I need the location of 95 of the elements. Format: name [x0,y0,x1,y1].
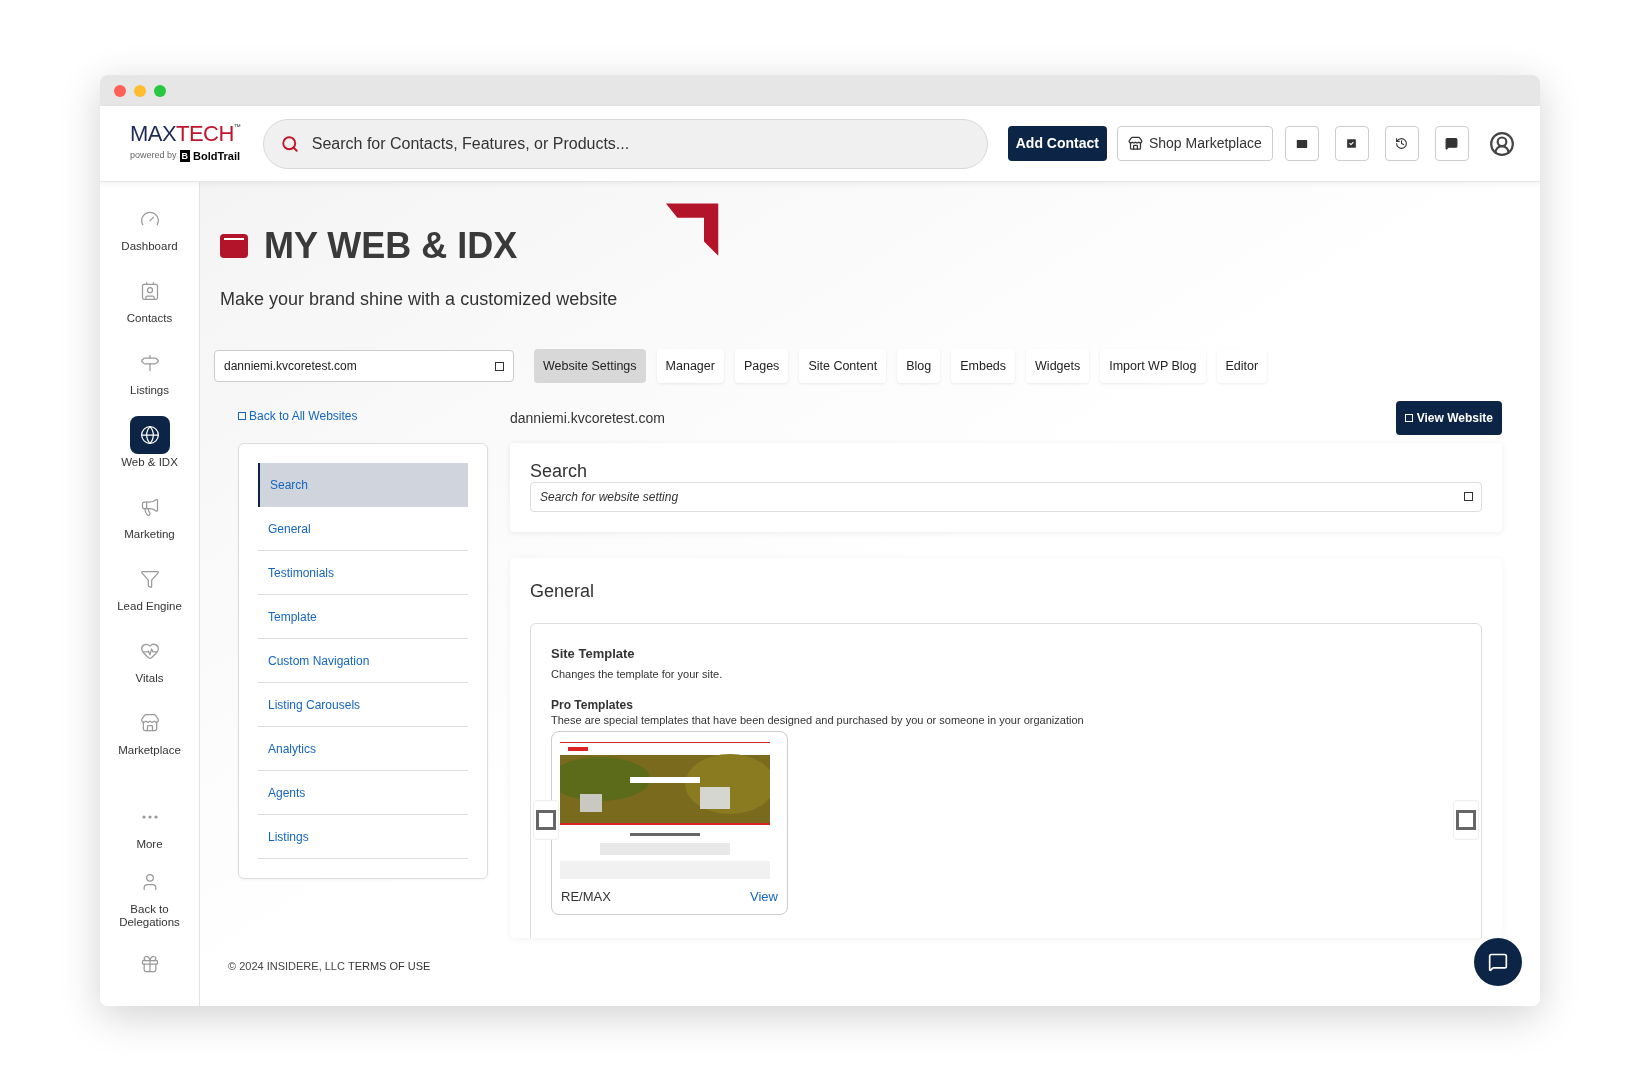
chat-icon [1445,137,1459,150]
contact-card-icon [139,281,160,301]
mail-button[interactable] [1284,126,1319,161]
square-icon [1464,492,1473,501]
sidebar-item[interactable]: Lead Engine [101,560,198,613]
sidebar-label: More [136,838,163,851]
sidebar-item[interactable]: Contacts [101,272,198,325]
terms-link[interactable]: TERMS OF USE [347,957,431,974]
logo-text: TECH [176,122,234,145]
sidebar-label: Lead Engine [117,600,182,613]
section-heading: General [530,580,596,603]
site-select-value: danniemi.kvcoretest.com [224,358,357,375]
copyright-text: © 2024 INSIDERE, LLC [228,958,345,974]
tab[interactable]: Import WP Blog [1100,349,1206,383]
sidebar-label: Vitals [135,672,164,685]
powered-by-text: powered by [130,149,177,163]
setting-search-field[interactable]: Search for website setting [530,482,1482,512]
sidebar-label: Web & IDX [121,456,178,469]
sidebar-label: Back to Delegations [118,903,181,929]
site-domain: danniemi.kvcoretest.com [510,408,665,428]
sidebar-item[interactable]: Listings [101,344,198,397]
store-icon [1127,136,1143,151]
history-icon [1395,137,1409,150]
setting-title: Site Template [551,645,636,663]
tab[interactable]: Editor [1216,349,1268,383]
sidebar-label: Dashboard [121,240,178,253]
shop-marketplace-button[interactable]: Shop Marketplace [1116,126,1273,161]
square-icon [1404,414,1413,422]
tab[interactable]: Embeds [951,349,1016,383]
sidebar-label: Marketing [124,528,175,541]
tab[interactable]: Manager [656,349,724,383]
globe-icon [139,425,160,445]
settings-nav-item[interactable]: Listings [258,815,468,859]
gift-icon[interactable] [139,954,160,974]
sidebar-item[interactable]: More [101,798,198,851]
template-name: RE/MAX [561,887,611,906]
partner-name: BoldTrail [193,148,241,164]
page-title: MY WEB & IDX [264,228,518,264]
chat-button[interactable] [1434,126,1469,161]
settings-nav-item[interactable]: General [258,507,468,551]
tab[interactable]: Pages [734,349,789,383]
heart-pulse-icon [139,641,160,661]
page-subtitle: Make your brand shine with a customized website [219,288,619,311]
site-select[interactable]: danniemi.kvcoretest.com [214,350,514,382]
chat-icon [1488,952,1508,972]
sidebar-item[interactable]: Back to Delegations [101,863,198,929]
view-link[interactable]: View [750,886,778,906]
sidebar-item[interactable]: Marketplace [101,704,198,757]
task-button[interactable] [1334,126,1369,161]
tab[interactable]: Widgets [1026,349,1090,383]
back-link[interactable]: Back to All Websites [238,407,510,425]
signpost-icon [139,353,160,373]
square-icon [495,361,504,371]
history-button[interactable] [1384,126,1419,161]
carousel-prev-button[interactable] [533,800,559,840]
square-icon [1456,810,1476,830]
settings-nav-item[interactable]: Agents [258,771,468,815]
template-card[interactable]: RE/MAX View [551,730,788,915]
settings-nav-item[interactable]: Testimonials [258,551,468,595]
sidebar-item[interactable]: Marketing [101,488,198,541]
setting-description: These are special templates that have been designed and purchased by you or someone in your organization [551,713,1085,728]
megaphone-icon [139,497,160,517]
tab[interactable]: Site Content [799,349,887,383]
square-icon [238,412,246,420]
square-icon [536,810,556,830]
chat-launcher-button[interactable] [1474,938,1522,986]
ellipsis-icon [141,815,158,819]
avatar-icon[interactable] [1488,130,1515,157]
section-heading: Search [530,461,589,481]
funnel-icon [139,569,160,589]
sidebar-label: Contacts [126,312,173,325]
checkbox-icon [1345,137,1359,150]
settings-nav-item[interactable]: Custom Navigation [258,639,468,683]
logo-text: MAX [130,122,177,145]
add-contact-button[interactable]: Add Contact [1007,126,1107,161]
sidebar-item[interactable]: Vitals [101,632,198,685]
setting-title: Pro Templates [551,698,634,712]
view-website-button[interactable]: View Website [1395,401,1502,435]
partner-mark: B [179,150,191,162]
settings-nav-item[interactable]: Search [258,463,468,507]
sidebar-item[interactable]: Dashboard [101,200,198,253]
carousel-next-button[interactable] [1453,800,1479,840]
setting-description: Changes the template for your site. [551,666,724,682]
search-icon [280,134,299,153]
store-icon [139,713,160,733]
sidebar-item[interactable]: Web & IDX [101,416,198,469]
tab[interactable]: Blog [897,349,941,383]
sidebar-label: Listings [130,384,169,397]
settings-nav-item[interactable]: Template [258,595,468,639]
global-search-field[interactable]: Search for Contacts, Features, or Products... [262,118,988,169]
settings-nav-item[interactable]: Analytics [258,727,468,771]
settings-nav-item[interactable]: Listing Carousels [258,683,468,727]
browser-window-icon [220,234,248,258]
sidebar-label: Marketplace [118,744,181,757]
tab[interactable]: Website Settings [534,349,646,383]
